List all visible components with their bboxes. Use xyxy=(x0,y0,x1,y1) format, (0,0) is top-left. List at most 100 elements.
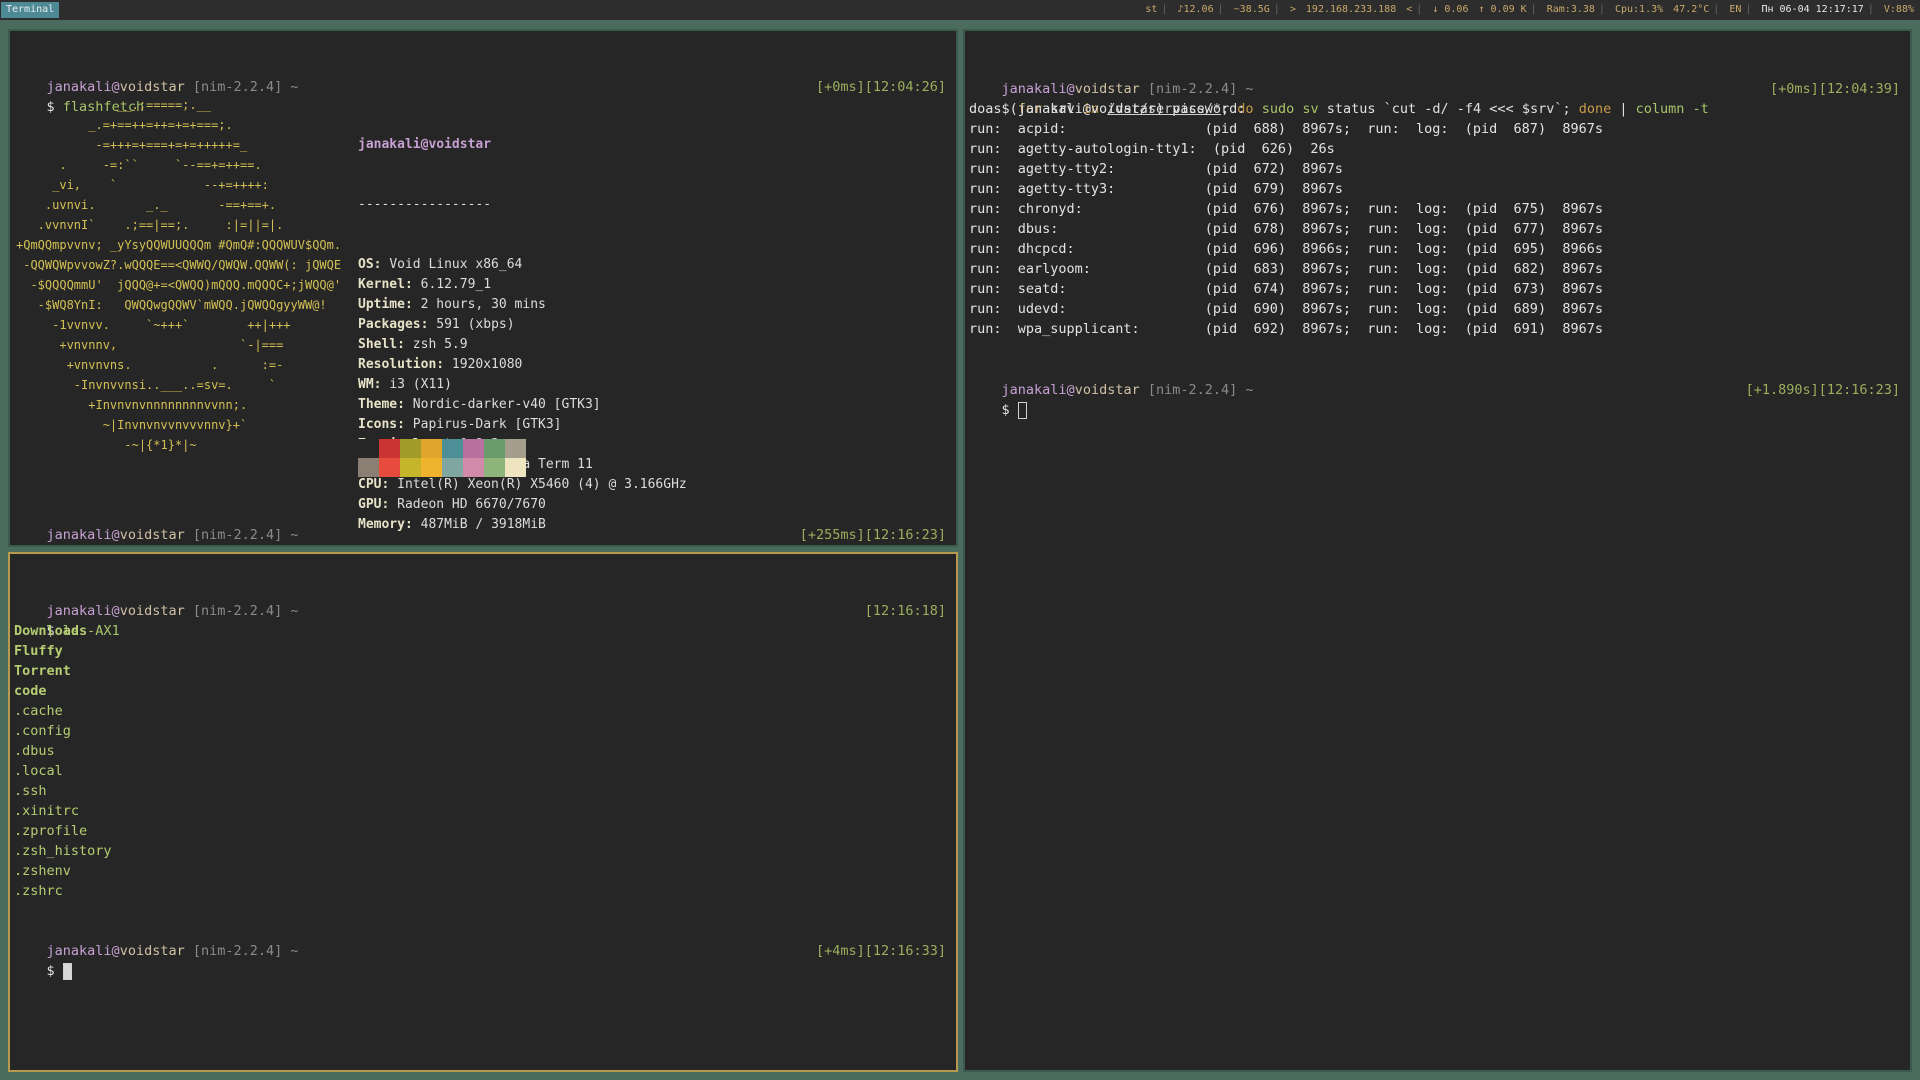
file-entry: .dbus xyxy=(14,743,55,759)
input-line[interactable]: $ xyxy=(969,380,1027,419)
password-prompt: doas (janakali@voidstar) password: xyxy=(969,101,1246,117)
info-value: 2 hours, 30 mins xyxy=(420,297,546,312)
void-linux-ascii-logo: __.;=====;.__ _.=+==++=++=+=+===;. -=+++… xyxy=(16,95,341,455)
info-key: WM: xyxy=(358,377,382,392)
command-line: $ ls -AX1 xyxy=(46,623,120,639)
service-status-row: run: seatd: (pid 674) 8967s; run: log: (… xyxy=(969,281,1603,297)
service-status-row: run: agetty-tty2: (pid 672) 8967s xyxy=(969,161,1343,177)
info-row: Theme: Nordic-darker-v40 [GTK3] xyxy=(358,395,687,415)
text-cursor xyxy=(1017,401,1027,419)
info-row: WM: i3 (X11) xyxy=(358,375,687,395)
terminal-pane-ls[interactable]: janakali@voidstar [nim-2.2.4] ~ $ ls -AX… xyxy=(8,552,958,1072)
workspace-tab-terminal[interactable]: Terminal xyxy=(1,2,60,18)
ascii-art-line: +QmQQmpvvnv; _yYsyQQWUUQQQm #QmQ#:QQQWUV… xyxy=(16,238,342,252)
info-value: Void Linux x86_64 xyxy=(389,257,523,272)
info-value: Papirus-Dark [GTK3] xyxy=(412,417,562,432)
service-status-row: run: agetty-autologin-tty1: (pid 626) 26… xyxy=(969,141,1335,157)
ascii-art-line: -Invnvvnsi..___..=sv=. ` xyxy=(16,378,277,392)
ascii-art-line: -1vvnvv. `~+++` ++|+++ xyxy=(16,318,291,332)
info-title: janakali@voidstar xyxy=(358,137,492,152)
ascii-art-line: .uvnvi. _._ -==+==+. xyxy=(16,198,277,212)
i3-bar: Terminal st | ♪12.06 | ~38.5G | > 192.168.2… xyxy=(0,0,1920,20)
info-row: Shell: zsh 5.9 xyxy=(358,335,687,355)
text-cursor xyxy=(62,962,72,980)
prompt-line: janakali@voidstar [nim-2.2.4] ~ xyxy=(46,943,299,959)
service-status-row: run: dhcpcd: (pid 696) 8966s; run: log: … xyxy=(969,241,1603,257)
color-swatch xyxy=(421,439,442,458)
info-key: Theme: xyxy=(358,397,405,412)
info-row: Memory: 487MiB / 3918MiB xyxy=(358,515,687,535)
info-row: GPU: Radeon HD 6670/7670 xyxy=(358,495,687,515)
ascii-art-line: +vnvnnv, `-|=== xyxy=(16,338,284,352)
info-key: Resolution: xyxy=(358,357,445,372)
info-row: CPU: Intel(R) Xeon(R) X5460 (4) @ 3.166G… xyxy=(358,475,687,495)
prompt-line: janakali@voidstar [nim-2.2.4] ~ xyxy=(46,603,299,619)
color-palette xyxy=(358,439,526,477)
command-timestamp: [+0ms][12:04:26] xyxy=(815,79,946,95)
file-entry: .zprofile xyxy=(14,823,88,839)
ascii-art-line: -$WQ8YnI: QWQQwgQQWV`mWQQ.jQWQQgyyWW@! xyxy=(16,298,327,312)
terminal-pane-sv-status[interactable]: janakali@voidstar [nim-2.2.4] ~ $ for sr… xyxy=(963,29,1912,1072)
file-entry: .zshenv xyxy=(14,863,71,879)
status-clock: Пн 06-04 12:17:17 xyxy=(1761,4,1864,15)
ascii-art-line: _.=+==++=++=+=+===;. xyxy=(16,118,233,132)
prompt-line: janakali@voidstar [nim-2.2.4] ~ xyxy=(1001,81,1254,97)
ascii-art-line: __.;=====;.__ xyxy=(16,98,212,112)
info-row: Packages: 591 (xbps) xyxy=(358,315,687,335)
info-key: Packages: xyxy=(358,317,429,332)
ascii-art-line: -QQWQWpvvowZ?.wQQQE==<QWWQ/QWQW.QQWW(: j… xyxy=(16,258,342,272)
file-entry: .local xyxy=(14,763,63,779)
color-swatch xyxy=(463,458,484,477)
prompt-timestamp: [+4ms][12:16:33] xyxy=(815,943,946,959)
status-battery: V:88% xyxy=(1883,4,1914,15)
ascii-art-line: _vi, ` --+=++++: xyxy=(16,178,269,192)
service-status-row: run: wpa_supplicant: (pid 692) 8967s; ru… xyxy=(969,321,1603,337)
service-status-row: run: chronyd: (pid 676) 8967s; run: log:… xyxy=(969,201,1603,217)
info-value: 591 (xbps) xyxy=(436,317,515,332)
color-swatch xyxy=(442,439,463,458)
input-line[interactable]: $ xyxy=(14,941,72,980)
status-st: st xyxy=(1145,4,1158,15)
ascii-art-line: ~|Invnvnvvnvvvnnv}+` xyxy=(16,418,248,432)
file-entry: .zsh_history xyxy=(14,843,112,859)
status-disk: ~38.5G xyxy=(1233,4,1270,15)
info-value: Radeon HD 6670/7670 xyxy=(397,497,546,512)
terminal-pane-flashfetch[interactable]: janakali@voidstar [nim-2.2.4] ~ $ flashf… xyxy=(8,29,958,547)
service-status-row: run: acpid: (pid 688) 8967s; run: log: (… xyxy=(969,121,1603,137)
status-volume: ♪12.06 xyxy=(1177,4,1214,15)
service-status-row: run: agetty-tty3: (pid 679) 8967s xyxy=(969,181,1343,197)
status-ip: 192.168.233.188 xyxy=(1305,4,1397,15)
info-key: Memory: xyxy=(358,517,413,532)
service-status-row: run: udevd: (pid 690) 8967s; run: log: (… xyxy=(969,301,1603,317)
status-temp: 47.2°C xyxy=(1673,4,1710,15)
color-swatch xyxy=(358,458,379,477)
info-value: Nordic-darker-v40 [GTK3] xyxy=(412,397,601,412)
prompt-line: janakali@voidstar [nim-2.2.4] ~ xyxy=(46,527,299,543)
info-row: Icons: Papirus-Dark [GTK3] xyxy=(358,415,687,435)
text-cursor xyxy=(63,547,72,548)
color-swatch xyxy=(421,458,442,477)
command-line: $ for srv in /var/service/*; do sudo sv … xyxy=(1001,101,1709,117)
info-value: 1920x1080 xyxy=(451,357,523,372)
info-row: Resolution: 1920x1080 xyxy=(358,355,687,375)
prompt-line: janakali@voidstar [nim-2.2.4] ~ xyxy=(46,79,299,95)
info-row: Kernel: 6.12.79_1 xyxy=(358,275,687,295)
file-entry: Torrent xyxy=(14,663,71,679)
status-net-down: ↓ 0.06 xyxy=(1432,4,1469,15)
info-key: OS: xyxy=(358,257,382,272)
color-swatch xyxy=(400,439,421,458)
info-key: GPU: xyxy=(358,497,390,512)
file-entry: .ssh xyxy=(14,783,47,799)
info-key: Icons: xyxy=(358,417,405,432)
ascii-art-line: +vnvnvns. . :=- xyxy=(16,358,284,372)
color-swatch xyxy=(505,458,526,477)
input-line[interactable]: $ xyxy=(14,525,72,545)
ascii-art-line: +Invnvnvnnnnnnnnvvnn;. xyxy=(16,398,248,412)
info-key: CPU: xyxy=(358,477,390,492)
info-key: Kernel: xyxy=(358,277,413,292)
info-underline: ----------------- xyxy=(358,197,492,212)
status-arrow-left: < xyxy=(1406,4,1413,15)
ascii-art-line: -$QQQQmmU' jQQQ@+=<QWQQ)mQQQ.mQQQC+;jWQQ… xyxy=(16,278,342,292)
info-value: 487MiB / 3918MiB xyxy=(420,517,546,532)
file-entry: code xyxy=(14,683,47,699)
